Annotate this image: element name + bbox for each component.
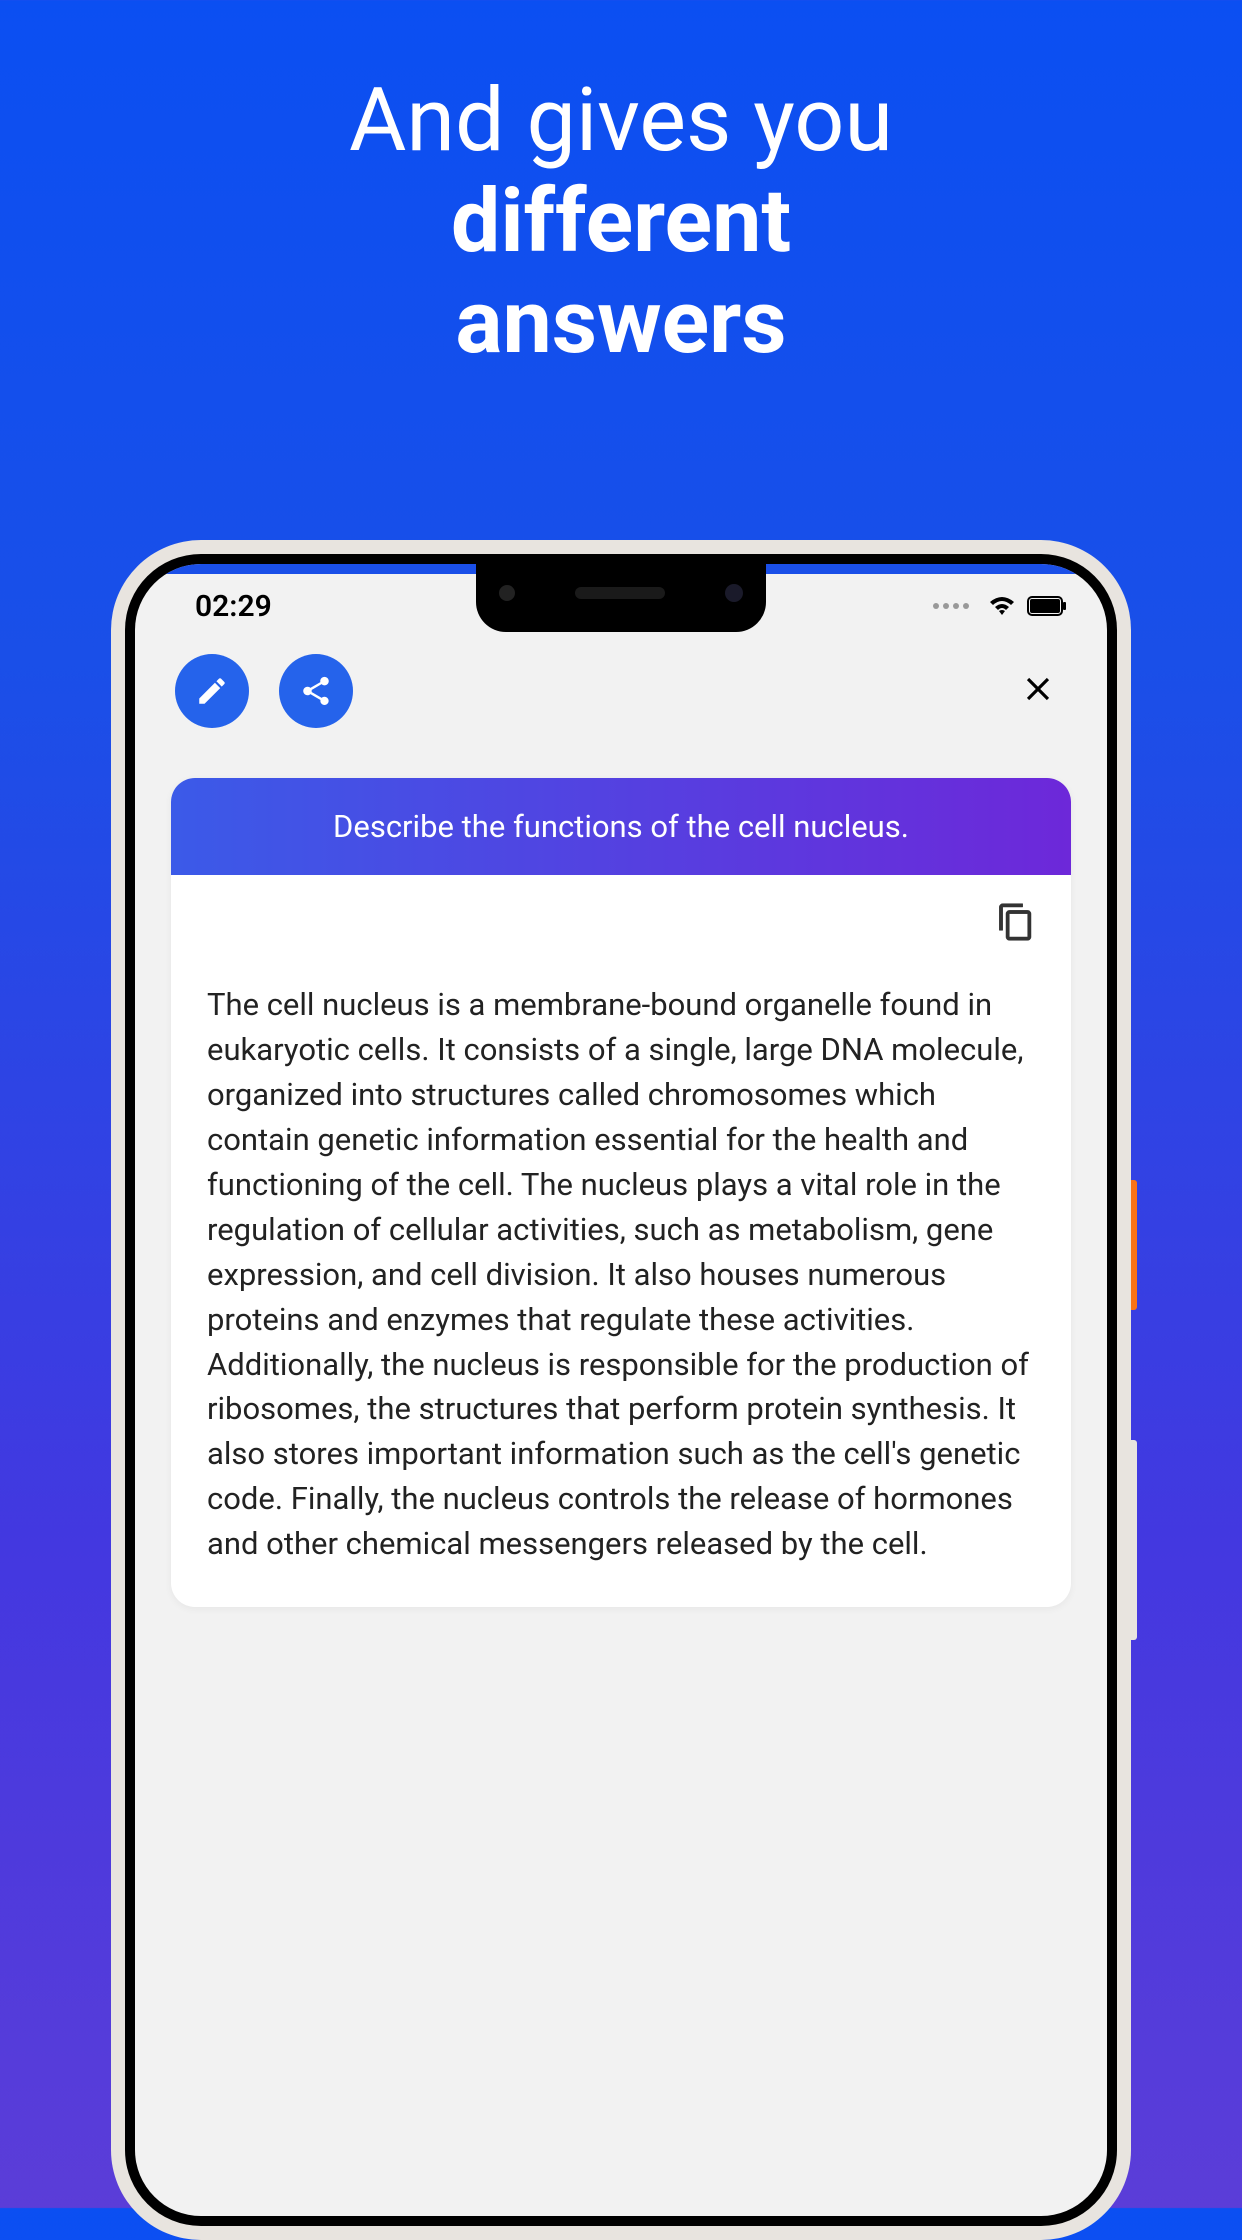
- promo-line-2: different: [0, 171, 1242, 272]
- pencil-icon: [195, 674, 229, 708]
- signal-dots-icon: [933, 603, 969, 609]
- notch-sensor-icon: [725, 584, 743, 602]
- phone-volume-button: [1131, 1440, 1137, 1640]
- prompt-header: Describe the functions of the cell nucle…: [171, 778, 1071, 875]
- promo-headline: And gives you different answers: [0, 0, 1242, 374]
- status-icons: [933, 595, 1067, 617]
- answer-text: The cell nucleus is a membrane-bound org…: [171, 963, 1071, 1607]
- answer-card: Describe the functions of the cell nucle…: [171, 778, 1071, 1607]
- phone-power-button: [1131, 1180, 1137, 1310]
- battery-icon: [1027, 596, 1067, 616]
- share-icon: [299, 674, 333, 708]
- copy-button[interactable]: [991, 895, 1041, 953]
- close-icon: [1019, 670, 1057, 708]
- copy-icon: [996, 900, 1036, 944]
- notch-speaker-icon: [575, 587, 665, 599]
- promo-line-3: answers: [0, 272, 1242, 373]
- toolbar-left: [175, 654, 353, 728]
- phone-frame: 02:29: [111, 540, 1131, 2240]
- close-button[interactable]: [1009, 660, 1067, 722]
- phone-notch: [476, 554, 766, 632]
- promo-line-1: And gives you: [0, 70, 1242, 171]
- phone-bezel: 02:29: [125, 554, 1117, 2226]
- wifi-icon: [987, 595, 1017, 617]
- share-button[interactable]: [279, 654, 353, 728]
- phone-screen: 02:29: [135, 564, 1107, 2216]
- notch-camera-icon: [499, 585, 515, 601]
- status-time: 02:29: [195, 589, 272, 624]
- edit-button[interactable]: [175, 654, 249, 728]
- toolbar: [135, 634, 1107, 758]
- card-actions: [171, 875, 1071, 963]
